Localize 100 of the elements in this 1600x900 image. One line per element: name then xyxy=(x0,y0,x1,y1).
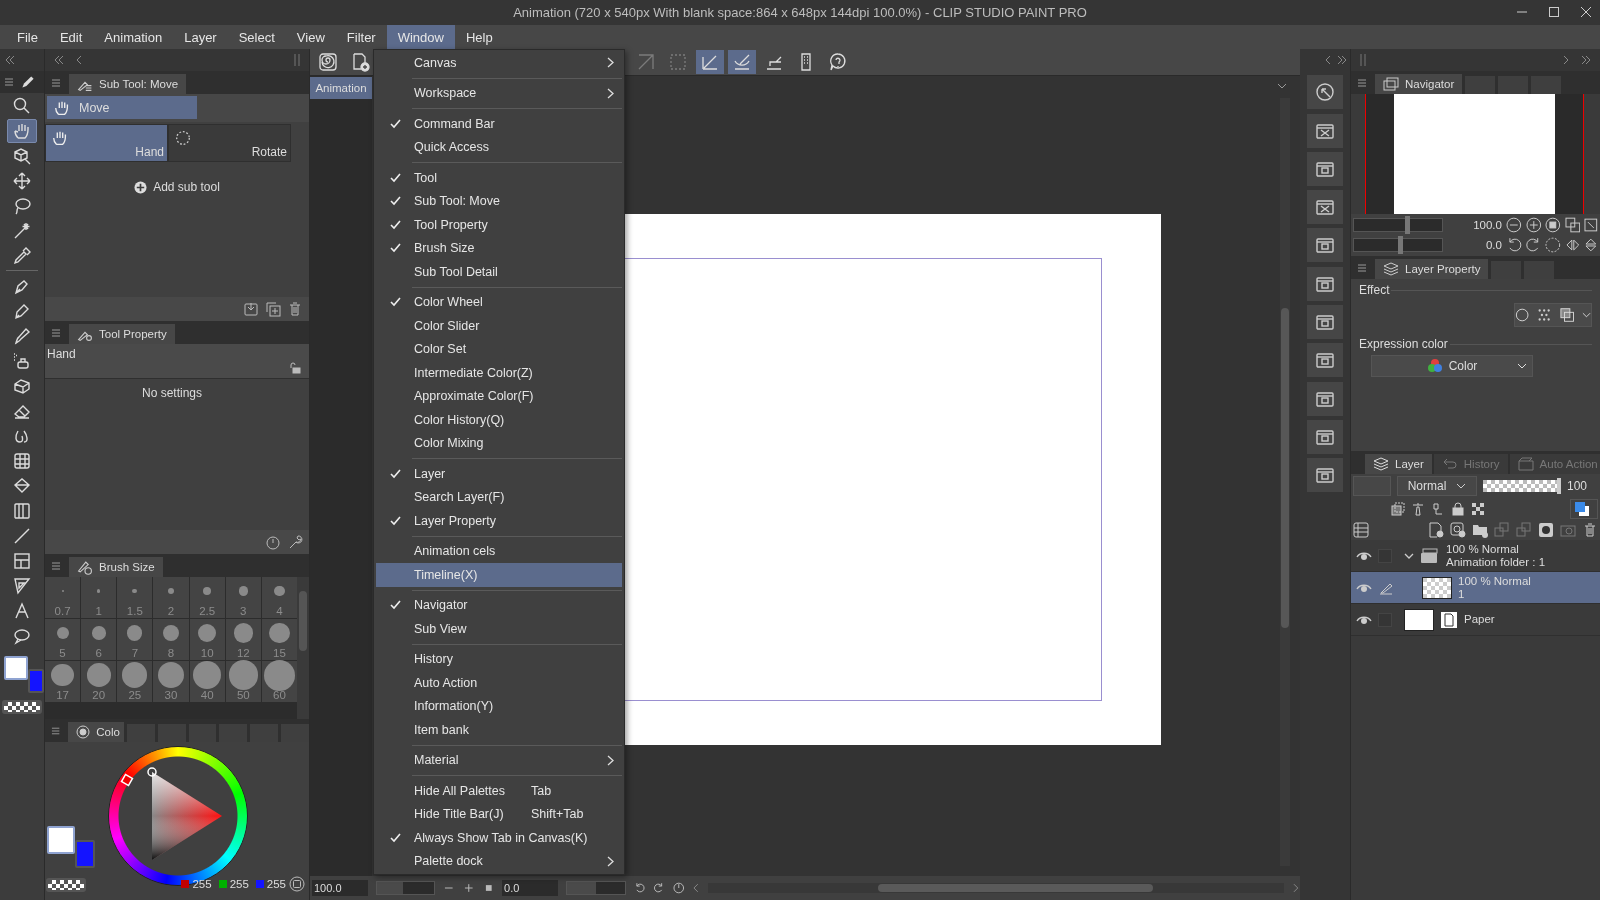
color-swatch[interactable] xyxy=(47,826,75,854)
scrollbar[interactable] xyxy=(297,577,309,719)
chevron-left-icon[interactable] xyxy=(692,883,700,893)
layer-color-button[interactable] xyxy=(1570,499,1598,519)
add-sub-tool-button[interactable]: Add sub tool xyxy=(134,180,220,194)
menu-item[interactable]: Layer xyxy=(173,25,228,49)
menu-item[interactable]: File xyxy=(6,25,49,49)
rotation-slider[interactable] xyxy=(565,881,626,895)
curve-snap-icon[interactable] xyxy=(728,50,756,74)
menu-option[interactable]: Color Set xyxy=(376,337,622,361)
grip-icon[interactable] xyxy=(293,54,301,66)
lighthouse-icon[interactable] xyxy=(1411,502,1425,516)
slider-thumb[interactable] xyxy=(1397,236,1403,254)
checker-lock-icon[interactable] xyxy=(1471,502,1485,516)
tool-group-tab[interactable]: Move xyxy=(47,96,197,119)
sub-tool-tile[interactable]: Hand xyxy=(45,124,168,162)
menu-option[interactable]: Color Mixing xyxy=(376,431,622,455)
menu-option[interactable]: Color Wheel xyxy=(376,290,622,314)
menu-item[interactable]: Help xyxy=(454,25,504,49)
menu-item[interactable]: Animation xyxy=(93,25,174,49)
folder-icon[interactable] xyxy=(1307,151,1343,186)
menu-option[interactable]: Sub Tool Detail xyxy=(376,260,622,284)
menu-item[interactable]: Edit xyxy=(48,25,94,49)
new-folder-icon[interactable] xyxy=(1472,522,1488,538)
pen-tab-icon[interactable] xyxy=(20,74,36,90)
close-icon[interactable] xyxy=(1580,6,1592,18)
duplicate-icon[interactable] xyxy=(265,301,281,317)
unlock-icon[interactable] xyxy=(289,362,301,374)
menu-option[interactable]: Hide Title Bar(J) Shift+Tab xyxy=(376,802,622,826)
trash-icon[interactable] xyxy=(287,301,303,317)
color-swatch[interactable] xyxy=(75,840,95,868)
menu-option[interactable]: Sub Tool: Move xyxy=(376,189,622,213)
menu-option[interactable]: Palette dock xyxy=(376,849,622,873)
menu-option[interactable]: Item bank xyxy=(376,718,622,742)
menu-option[interactable]: Sub View xyxy=(376,617,622,641)
rotation-field[interactable]: 0.0 xyxy=(502,880,558,896)
hand-icon[interactable] xyxy=(7,118,37,143)
double-chevron-icon[interactable] xyxy=(4,55,16,65)
menu-option[interactable]: Animation cels xyxy=(376,539,622,563)
menu-item[interactable]: Window xyxy=(386,25,455,49)
flip-horizontal-icon[interactable] xyxy=(1564,237,1581,253)
menu-option[interactable]: Canvas xyxy=(376,51,622,75)
menu-item[interactable]: Filter xyxy=(335,25,387,49)
chevron-left-icon[interactable] xyxy=(1324,55,1332,65)
menu-item[interactable]: View xyxy=(285,25,336,49)
folder-x-icon[interactable] xyxy=(1307,113,1343,148)
panel-tab[interactable]: Layer xyxy=(1365,454,1432,474)
transparent-color-swatch[interactable] xyxy=(46,878,86,892)
menu-option[interactable]: Layer xyxy=(376,462,622,486)
menu-option[interactable]: Layer Property xyxy=(376,509,622,533)
sub-tool-tile[interactable]: Rotate xyxy=(168,124,291,162)
new-layer-icon[interactable] xyxy=(1428,522,1444,538)
menu-option[interactable]: Intermediate Color(Z) xyxy=(376,361,622,385)
effect-buttons[interactable] xyxy=(1514,303,1592,327)
opacity-slider[interactable] xyxy=(1483,480,1561,492)
download-icon[interactable] xyxy=(243,301,259,317)
zoom-cursor-icon[interactable] xyxy=(1307,75,1343,110)
rotation-slider[interactable] xyxy=(1353,238,1443,252)
reset-rotation-icon[interactable] xyxy=(1545,237,1561,253)
menu-option[interactable]: Navigator xyxy=(376,593,622,617)
scrollbar[interactable] xyxy=(1280,98,1290,866)
mask-icon[interactable] xyxy=(1538,522,1554,538)
menu-option[interactable]: Information(Y) xyxy=(376,694,622,718)
zoom-field[interactable]: 100.0 xyxy=(312,880,368,896)
plus-icon[interactable] xyxy=(463,882,475,894)
list-icon[interactable] xyxy=(1353,522,1369,538)
expression-color-dropdown[interactable]: Color xyxy=(1371,355,1533,377)
camera-icon[interactable] xyxy=(1560,522,1576,538)
menu-option[interactable]: Timeline(X) xyxy=(376,563,622,587)
double-chevron-icon[interactable] xyxy=(53,55,65,65)
wrench-icon[interactable] xyxy=(287,534,303,550)
menu-icon[interactable] xyxy=(51,726,61,736)
menu-option[interactable]: Approximate Color(F) xyxy=(376,384,622,408)
panel-tab[interactable]: Tool Property xyxy=(69,324,175,344)
grip-icon[interactable] xyxy=(1359,54,1367,66)
color-swatch[interactable] xyxy=(28,669,44,693)
menu-option[interactable]: History xyxy=(376,647,622,671)
menu-option[interactable]: Hide All Palettes Tab xyxy=(376,779,622,803)
clip-icon[interactable] xyxy=(1391,502,1405,516)
chevron-right-icon[interactable] xyxy=(1562,55,1570,65)
timer-icon[interactable] xyxy=(265,534,281,550)
panel-tab[interactable]: Navigator xyxy=(1375,74,1463,94)
double-chevron-right-icon[interactable] xyxy=(1336,55,1348,65)
menu-option[interactable]: Color History(Q) xyxy=(376,408,622,432)
menu-option[interactable]: Always Show Tab in Canvas(K) xyxy=(376,826,622,850)
transparent-color-swatch[interactable] xyxy=(2,700,42,714)
panel-tab[interactable]: Colo xyxy=(68,722,124,742)
opacity-value[interactable]: 100 xyxy=(1567,479,1588,493)
flip-vertical-icon[interactable] xyxy=(1584,238,1598,252)
folder-x-icon[interactable] xyxy=(1307,190,1343,225)
slider-thumb[interactable] xyxy=(1557,478,1561,494)
menu-option[interactable]: Tool Property xyxy=(376,213,622,237)
menu-option[interactable]: Material xyxy=(376,748,622,772)
maximize-icon[interactable] xyxy=(1548,6,1560,18)
navigator-preview[interactable] xyxy=(1365,94,1584,214)
menu-option[interactable]: Color Slider xyxy=(376,314,622,338)
reset-rotation-icon[interactable] xyxy=(672,882,685,894)
rotate-left-icon[interactable] xyxy=(633,882,646,894)
fit-icon[interactable] xyxy=(1564,217,1581,233)
lock-icon[interactable] xyxy=(1451,502,1465,516)
